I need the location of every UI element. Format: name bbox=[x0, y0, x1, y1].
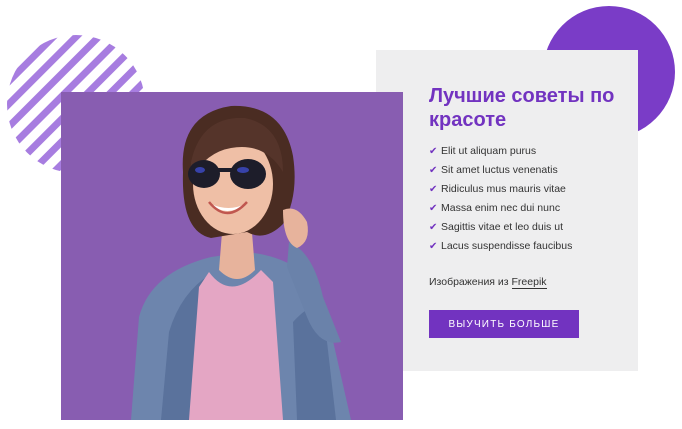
list-item: ✔ Lacus suspendisse faucibus bbox=[429, 237, 629, 256]
woman-photo bbox=[61, 92, 403, 420]
check-icon: ✔ bbox=[429, 241, 438, 252]
list-item: ✔ Elit ut aliquam purus bbox=[429, 142, 629, 161]
features-list: ✔ Elit ut aliquam purus ✔ Sit amet luctus … bbox=[429, 142, 629, 256]
list-item-text: Elit ut aliquam purus bbox=[441, 145, 537, 157]
freepik-link[interactable]: Freepik bbox=[511, 276, 547, 289]
list-item-text: Massa enim nec dui nunc bbox=[441, 202, 561, 214]
check-icon: ✔ bbox=[429, 222, 438, 233]
list-item: ✔ Ridiculus mus mauris vitae bbox=[429, 180, 629, 199]
list-item-text: Lacus suspendisse faucibus bbox=[441, 240, 573, 252]
list-item: ✔ Sagittis vitae et leo duis ut bbox=[429, 218, 629, 237]
list-item-text: Sagittis vitae et leo duis ut bbox=[441, 221, 563, 233]
image-credit: Изображения из Freepik bbox=[429, 276, 547, 289]
section-title: Лучшие советы по красоте bbox=[429, 85, 615, 131]
check-icon: ✔ bbox=[429, 146, 438, 157]
learn-more-button[interactable]: ВЫУЧИТЬ БОЛЬШЕ bbox=[429, 310, 579, 338]
list-item: ✔ Sit amet luctus venenatis bbox=[429, 161, 629, 180]
beauty-tips-section: Лучшие советы по красоте ✔ Elit ut aliqua… bbox=[0, 0, 682, 429]
check-icon: ✔ bbox=[429, 184, 438, 195]
check-icon: ✔ bbox=[429, 165, 438, 176]
list-item: ✔ Massa enim nec dui nunc bbox=[429, 199, 629, 218]
credit-prefix: Изображения из bbox=[429, 276, 509, 288]
list-item-text: Ridiculus mus mauris vitae bbox=[441, 183, 566, 195]
check-icon: ✔ bbox=[429, 203, 438, 214]
text-content: Лучшие советы по красоте ✔ Elit ut aliqua… bbox=[429, 84, 629, 256]
list-item-text: Sit amet luctus venenatis bbox=[441, 164, 558, 176]
